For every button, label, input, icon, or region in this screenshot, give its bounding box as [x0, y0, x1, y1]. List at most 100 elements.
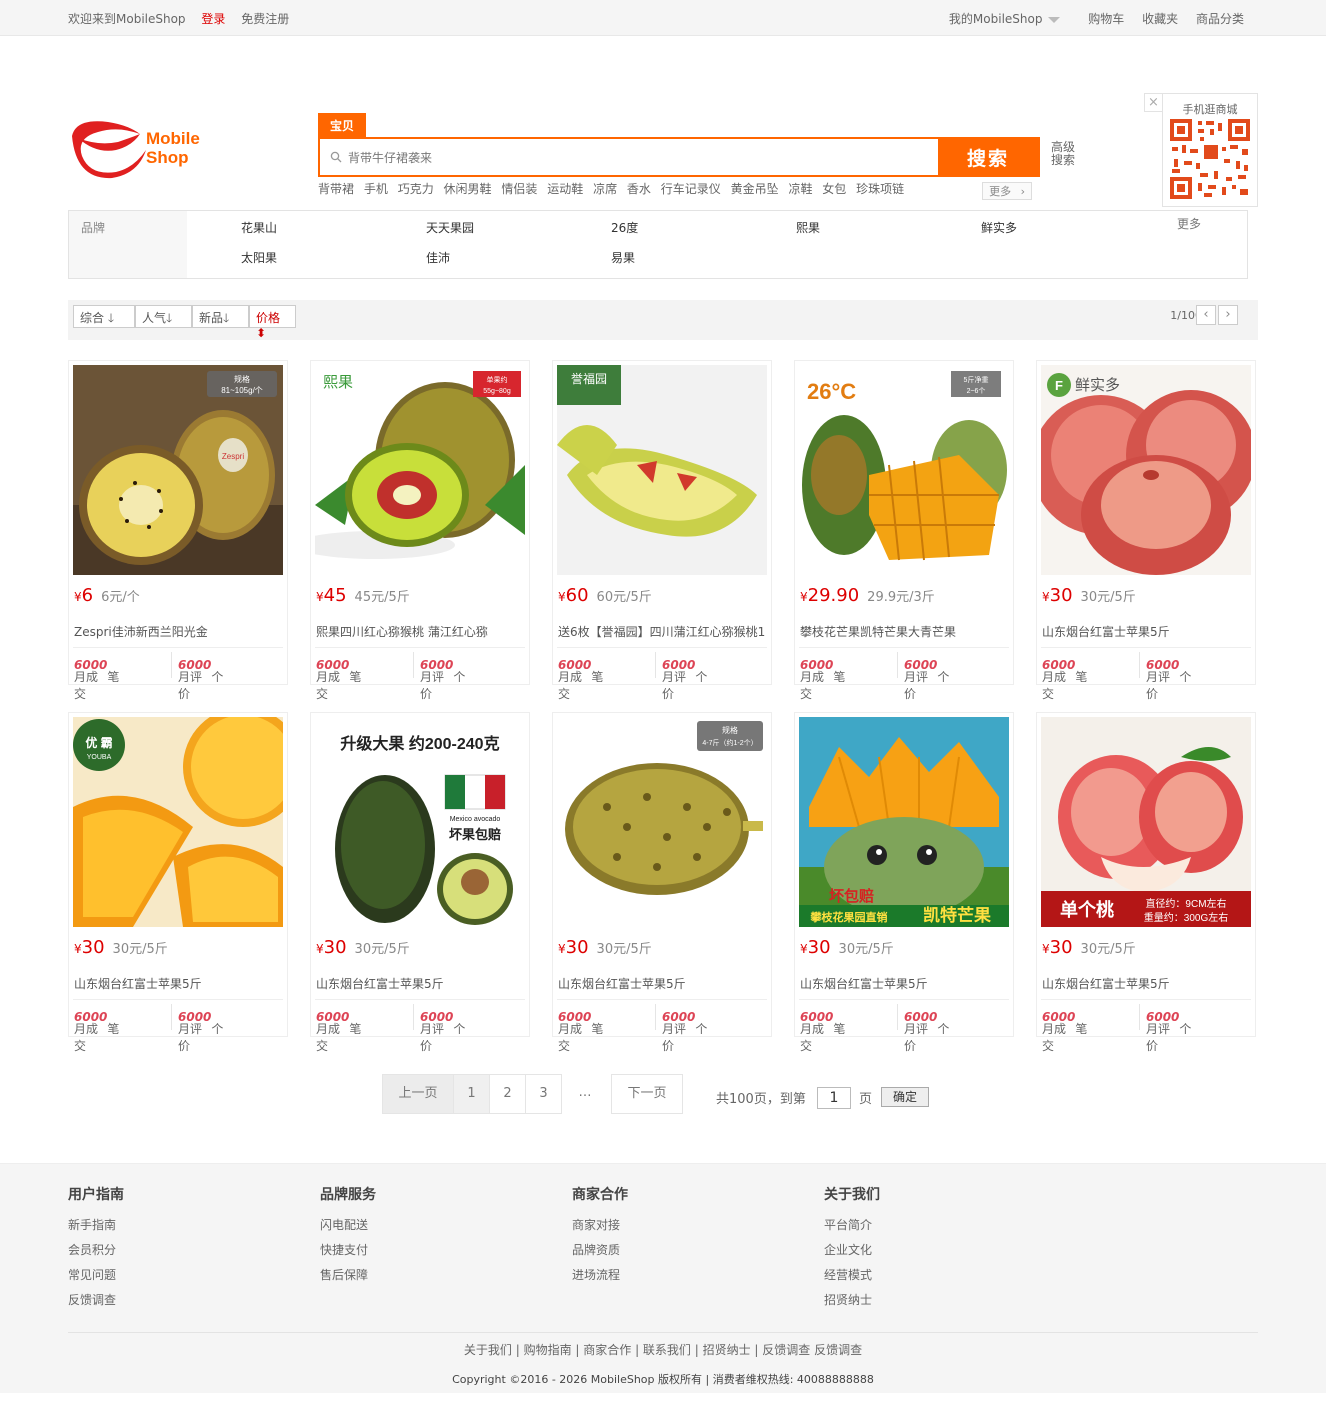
- product-title[interactable]: 山东烟台红富士苹果5斤: [74, 975, 284, 992]
- hot-keyword[interactable]: 女包: [822, 182, 846, 196]
- footer-link[interactable]: 反馈调查: [68, 1288, 124, 1313]
- hot-more-button[interactable]: 更多 ›: [982, 182, 1032, 200]
- hot-keyword[interactable]: 运动鞋: [547, 182, 583, 196]
- footer-bottom-links[interactable]: 关于我们 | 购物指南 | 商家合作 | 联系我们 | 招贤纳士 | 反馈调查 …: [0, 1341, 1326, 1358]
- product-card[interactable]: 升级大果 约200-240克 Mexico avocado 坏果包赔 ¥30 30…: [310, 712, 530, 1053]
- close-icon[interactable]: ×: [1144, 93, 1163, 112]
- footer-link[interactable]: 快捷支付: [320, 1238, 376, 1263]
- brand-option[interactable]: 易果: [611, 249, 635, 266]
- price-value: 60: [565, 585, 589, 606]
- brand-option[interactable]: 鲜实多: [981, 219, 1017, 236]
- my-shop-link[interactable]: 我的MobileShop: [949, 12, 1043, 26]
- product-title[interactable]: 送6枚【誉福园】四川蒲江红心猕猴桃1: [558, 623, 768, 640]
- product-card[interactable]: F 鲜实多 ¥30 30元/5斤 山东烟台红富士苹果5斤 月成交 6000 笔月评价 6…: [1036, 360, 1256, 701]
- product-image[interactable]: 规格 4-7斤（约1-2个）: [557, 717, 767, 927]
- footer-link[interactable]: 平台简介: [824, 1213, 880, 1238]
- product-card[interactable]: 单个桃 直径约：9CM左右 重量约：300G左右 ¥30 30元/5斤 山东烟台红…: [1036, 712, 1256, 1053]
- sort-popularity-button[interactable]: 人气🡓: [135, 305, 192, 328]
- page-confirm-button[interactable]: 确定: [881, 1087, 929, 1107]
- product-image[interactable]: 规格 81~105g/个 Zespri: [73, 365, 283, 575]
- hot-keyword[interactable]: 凉席: [593, 182, 617, 196]
- footer-link[interactable]: 经营模式: [824, 1263, 880, 1288]
- product-card[interactable]: 26°C 5斤净重 2~6个 ¥29.90 29.9元/3斤 攀枝花芒果凯特芒果大青…: [794, 360, 1014, 701]
- prev-page-button[interactable]: 上一页: [382, 1074, 454, 1114]
- footer-column-title: 用户指南: [68, 1187, 124, 1203]
- product-image[interactable]: 坏包赔 攀枝花果园直销 凯特芒果: [799, 717, 1009, 927]
- search-icon: [330, 151, 342, 163]
- footer-link[interactable]: 进场流程: [572, 1263, 628, 1288]
- advanced-search-link[interactable]: 高级搜索: [1051, 141, 1081, 167]
- product-title[interactable]: Zespri佳沛新西兰阳光金: [74, 623, 284, 640]
- product-image[interactable]: 誉福园: [557, 365, 767, 575]
- next-page-icon[interactable]: ›: [1218, 305, 1238, 325]
- hot-keyword[interactable]: 情侣装: [501, 182, 537, 196]
- cart-link[interactable]: 购物车: [1088, 12, 1124, 26]
- footer-link[interactable]: 企业文化: [824, 1238, 880, 1263]
- brand-option[interactable]: 太阳果: [241, 249, 277, 266]
- brand-option[interactable]: 花果山: [241, 219, 277, 236]
- search-area: 宝贝 背带牛仔裙袭来 搜索 背带裙 手机 巧克力 休闲男鞋 情侣装 运动鞋 凉席…: [318, 113, 1040, 200]
- footer-link[interactable]: 闪电配送: [320, 1213, 376, 1238]
- search-input[interactable]: 背带牛仔裙袭来: [320, 139, 938, 175]
- product-image[interactable]: 26°C 5斤净重 2~6个: [799, 365, 1009, 575]
- chevron-down-icon[interactable]: [1048, 16, 1061, 23]
- categories-link[interactable]: 商品分类: [1196, 12, 1244, 26]
- login-link[interactable]: 登录: [201, 12, 225, 26]
- footer-link[interactable]: 商家对接: [572, 1213, 628, 1238]
- hot-keyword[interactable]: 行车记录仪: [661, 182, 721, 196]
- page-number[interactable]: 3: [525, 1074, 562, 1114]
- page-number[interactable]: 1: [453, 1074, 490, 1114]
- page-jump-input[interactable]: 1: [817, 1087, 851, 1109]
- footer-link[interactable]: 常见问题: [68, 1263, 124, 1288]
- product-card[interactable]: 坏包赔 攀枝花果园直销 凯特芒果 ¥30 30元/5斤 山东烟台红富士苹果5斤 月…: [794, 712, 1014, 1053]
- product-image[interactable]: F 鲜实多: [1041, 365, 1251, 575]
- prev-page-icon[interactable]: ‹: [1196, 305, 1216, 325]
- price-value: 30: [565, 937, 589, 958]
- product-card[interactable]: 规格 4-7斤（约1-2个） ¥30 30元/5斤 山东烟台红富士苹果5斤 月成交 6…: [552, 712, 772, 1053]
- product-image[interactable]: 单个桃 直径约：9CM左右 重量约：300G左右: [1041, 717, 1251, 927]
- product-card[interactable]: 规格 81~105g/个 Zespri ¥6 6元/个 Zespri佳沛新西兰阳光金…: [68, 360, 288, 701]
- hot-keyword[interactable]: 珍珠项链: [856, 182, 904, 196]
- product-image[interactable]: 升级大果 约200-240克 Mexico avocado 坏果包赔: [315, 717, 525, 927]
- hot-keyword[interactable]: 背带裙: [318, 182, 354, 196]
- footer-link[interactable]: 招贤纳士: [824, 1288, 880, 1313]
- search-button[interactable]: 搜索: [938, 139, 1038, 175]
- hot-keyword[interactable]: 休闲男鞋: [444, 182, 492, 196]
- product-unit: 30元/5斤: [354, 942, 410, 957]
- product-title[interactable]: 山东烟台红富士苹果5斤: [558, 975, 768, 992]
- hot-keyword[interactable]: 巧克力: [398, 182, 434, 196]
- hot-keyword[interactable]: 黄金吊坠: [731, 182, 779, 196]
- brand-option[interactable]: 佳沛: [426, 249, 450, 266]
- product-image[interactable]: 优 霸 YOUBA: [73, 717, 283, 927]
- search-tab[interactable]: 宝贝: [318, 113, 367, 137]
- footer-link[interactable]: 会员积分: [68, 1238, 124, 1263]
- footer-link[interactable]: 品牌资质: [572, 1238, 628, 1263]
- hot-keyword[interactable]: 手机: [364, 182, 388, 196]
- brand-more-link[interactable]: 更多: [1177, 215, 1201, 232]
- page-number[interactable]: 2: [489, 1074, 526, 1114]
- favorites-link[interactable]: 收藏夹: [1142, 12, 1178, 26]
- brand-option[interactable]: 熙果: [796, 219, 820, 236]
- product-title[interactable]: 山东烟台红富士苹果5斤: [316, 975, 526, 992]
- sort-default-button[interactable]: 综合 🡓: [73, 305, 135, 328]
- sort-new-button[interactable]: 新品🡓: [192, 305, 249, 328]
- product-title[interactable]: 攀枝花芒果凯特芒果大青芒果: [800, 623, 1010, 640]
- footer-link[interactable]: 新手指南: [68, 1213, 124, 1238]
- brand-option[interactable]: 天天果园: [426, 219, 474, 236]
- next-page-button[interactable]: 下一页: [611, 1074, 683, 1114]
- product-card[interactable]: 优 霸 YOUBA ¥30 30元/5斤 山东烟台红富士苹果5斤 月成交 6000 笔月…: [68, 712, 288, 1053]
- sort-price-button[interactable]: 价格⬍: [249, 305, 296, 340]
- product-title[interactable]: 山东烟台红富士苹果5斤: [1042, 975, 1252, 992]
- product-title[interactable]: 山东烟台红富士苹果5斤: [800, 975, 1010, 992]
- product-card[interactable]: 誉福园 ¥60 60元/5斤 送6枚【誉福园】四川蒲江红心猕猴桃1 月成交 6000…: [552, 360, 772, 701]
- product-title[interactable]: 熙果四川红心猕猴桃 蒲江红心猕: [316, 623, 526, 640]
- footer-link[interactable]: 售后保障: [320, 1263, 376, 1288]
- hot-keyword[interactable]: 香水: [627, 182, 651, 196]
- product-title[interactable]: 山东烟台红富士苹果5斤: [1042, 623, 1252, 640]
- brand-option[interactable]: 26度: [611, 219, 638, 236]
- hot-keyword[interactable]: 凉鞋: [788, 182, 812, 196]
- product-card[interactable]: 单果约 55g~80g 熙果 ¥45 45元/5斤 熙果四川红心猕猴桃 蒲江红心猕 …: [310, 360, 530, 701]
- product-image[interactable]: 单果约 55g~80g 熙果: [315, 365, 525, 575]
- site-logo[interactable]: Mobile Shop: [68, 116, 218, 180]
- register-link[interactable]: 免费注册: [241, 12, 289, 26]
